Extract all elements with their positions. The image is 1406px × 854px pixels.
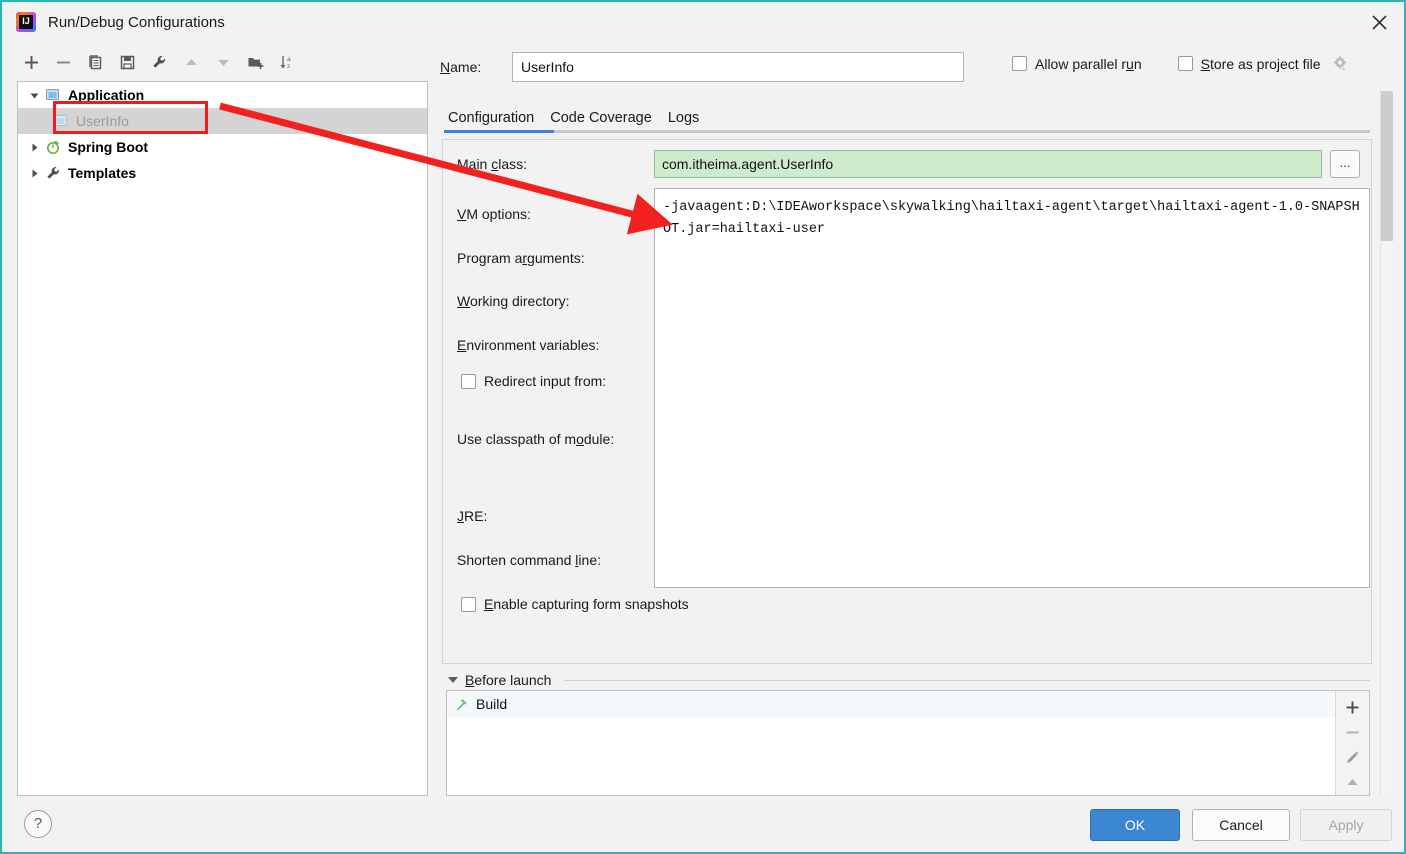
before-launch-task-row[interactable]: Build bbox=[447, 691, 1335, 717]
before-launch-title: Before launch bbox=[465, 672, 552, 688]
gear-icon[interactable] bbox=[1332, 55, 1349, 72]
remove-task-button[interactable] bbox=[1340, 720, 1366, 745]
arrow-up-icon[interactable] bbox=[176, 48, 206, 76]
configurations-tree[interactable]: Application UserInfo Spring Boot Templat… bbox=[17, 81, 428, 796]
help-button[interactable]: ? bbox=[24, 810, 52, 838]
run-debug-configurations-dialog: IJ Run/Debug Configurations a z Applicat… bbox=[0, 0, 1406, 854]
move-task-up-button[interactable] bbox=[1340, 770, 1366, 795]
wrench-icon bbox=[44, 164, 62, 182]
save-icon[interactable] bbox=[112, 48, 142, 76]
chevron-right-icon[interactable] bbox=[26, 139, 42, 155]
editor-tabs: Configuration Code Coverage Logs bbox=[442, 102, 1370, 134]
arrow-down-icon[interactable] bbox=[208, 48, 238, 76]
configurations-toolbar: a z bbox=[16, 46, 428, 78]
before-launch-panel: Build bbox=[446, 690, 1370, 796]
copy-icon[interactable] bbox=[80, 48, 110, 76]
before-launch-task-label: Build bbox=[476, 696, 508, 712]
shorten-command-line-label: Shorten command line: bbox=[457, 552, 601, 568]
name-label: Name: bbox=[440, 59, 482, 75]
tree-node-label: Application bbox=[68, 87, 145, 103]
configuration-fields-panel: Main class: com.itheima.agent.UserInfo .… bbox=[442, 139, 1372, 664]
main-class-label: Main class: bbox=[457, 156, 528, 172]
enable-capturing-form-snapshots-checkbox[interactable]: Enable capturing form snapshots bbox=[461, 596, 689, 612]
tab-code-coverage[interactable]: Code Coverage bbox=[542, 110, 660, 130]
enable-capturing-form-snapshots-label: Enable capturing form snapshots bbox=[484, 596, 689, 612]
checkbox-box[interactable] bbox=[461, 596, 476, 612]
tab-logs[interactable]: Logs bbox=[660, 110, 707, 130]
tab-active-indicator bbox=[444, 130, 554, 133]
spring-boot-icon bbox=[44, 138, 62, 156]
sort-az-icon[interactable]: a z bbox=[272, 48, 302, 76]
chevron-right-icon[interactable] bbox=[26, 165, 42, 181]
cancel-button[interactable]: Cancel bbox=[1192, 809, 1290, 841]
svg-text:z: z bbox=[287, 63, 290, 70]
edit-task-button[interactable] bbox=[1340, 745, 1366, 770]
add-configuration-button[interactable] bbox=[16, 48, 46, 76]
store-as-project-file-label: Store as project file bbox=[1200, 55, 1321, 72]
tree-node-templates[interactable]: Templates bbox=[18, 160, 427, 186]
top-options-row: Allow parallel run Store as project file bbox=[1012, 55, 1349, 72]
tree-node-label: Spring Boot bbox=[68, 139, 149, 155]
close-icon[interactable] bbox=[1362, 8, 1396, 36]
configuration-editor-pane: Name: Allow parallel run Store as projec… bbox=[440, 46, 1372, 796]
tree-node-spring-boot[interactable]: Spring Boot bbox=[18, 134, 427, 160]
tree-node-label: UserInfo bbox=[76, 113, 129, 129]
tree-node-userinfo[interactable]: UserInfo bbox=[18, 108, 427, 134]
build-hammer-icon bbox=[454, 697, 469, 712]
section-divider bbox=[564, 679, 1370, 681]
remove-configuration-button[interactable] bbox=[48, 48, 78, 76]
checkbox-box[interactable] bbox=[461, 373, 476, 389]
environment-variables-label: Environment variables: bbox=[457, 337, 600, 353]
dialog-footer: ? OK Cancel Apply bbox=[4, 798, 1404, 852]
working-directory-label: Working directory: bbox=[457, 293, 570, 309]
use-classpath-of-module-label: Use classpath of module: bbox=[457, 431, 615, 447]
checkbox-box[interactable] bbox=[1177, 56, 1193, 71]
before-launch-toolbar bbox=[1335, 691, 1369, 795]
program-arguments-label: Program arguments: bbox=[457, 250, 585, 266]
main-class-input[interactable]: com.itheima.agent.UserInfo bbox=[654, 150, 1322, 178]
application-icon bbox=[44, 86, 62, 104]
intellij-idea-icon: IJ bbox=[16, 12, 36, 32]
tree-node-application[interactable]: Application bbox=[18, 82, 427, 108]
ok-button[interactable]: OK bbox=[1090, 809, 1180, 841]
chevron-down-icon[interactable] bbox=[26, 87, 42, 103]
before-launch-header[interactable]: Before launch bbox=[448, 672, 1370, 688]
allow-parallel-run-checkbox[interactable]: Allow parallel run bbox=[1012, 56, 1142, 72]
name-label-rest: ame: bbox=[450, 59, 482, 75]
redirect-input-from-checkbox[interactable]: Redirect input from: bbox=[461, 373, 606, 389]
window-title: Run/Debug Configurations bbox=[48, 13, 225, 31]
jre-label: JRE: bbox=[457, 508, 488, 524]
redirect-input-from-label: Redirect input from: bbox=[484, 373, 607, 389]
chevron-down-icon[interactable] bbox=[448, 677, 458, 683]
vm-options-input[interactable]: -javaagent:D:\IDEAworkspace\skywalking\h… bbox=[654, 188, 1370, 588]
vm-options-label: VM options: bbox=[457, 206, 531, 222]
tab-underline bbox=[444, 130, 1370, 133]
wrench-icon[interactable] bbox=[144, 48, 174, 76]
svg-text:a: a bbox=[287, 56, 291, 63]
vertical-scrollbar-thumb[interactable] bbox=[1381, 91, 1393, 241]
main-class-browse-button[interactable]: ... bbox=[1330, 150, 1360, 178]
name-input[interactable] bbox=[512, 52, 964, 82]
folder-add-icon[interactable] bbox=[240, 48, 270, 76]
add-task-button[interactable] bbox=[1340, 695, 1366, 720]
title-bar: IJ Run/Debug Configurations bbox=[4, 4, 1404, 40]
allow-parallel-run-label: Allow parallel run bbox=[1035, 55, 1142, 72]
tree-node-label: Templates bbox=[68, 165, 137, 181]
name-row: Name: bbox=[440, 52, 964, 82]
before-launch-task-list[interactable]: Build bbox=[447, 691, 1335, 795]
checkbox-box[interactable] bbox=[1012, 56, 1027, 71]
apply-button[interactable]: Apply bbox=[1300, 809, 1392, 841]
tab-configuration[interactable]: Configuration bbox=[442, 110, 542, 130]
store-as-project-file-checkbox[interactable]: Store as project file bbox=[1177, 55, 1350, 72]
application-icon bbox=[52, 112, 70, 130]
